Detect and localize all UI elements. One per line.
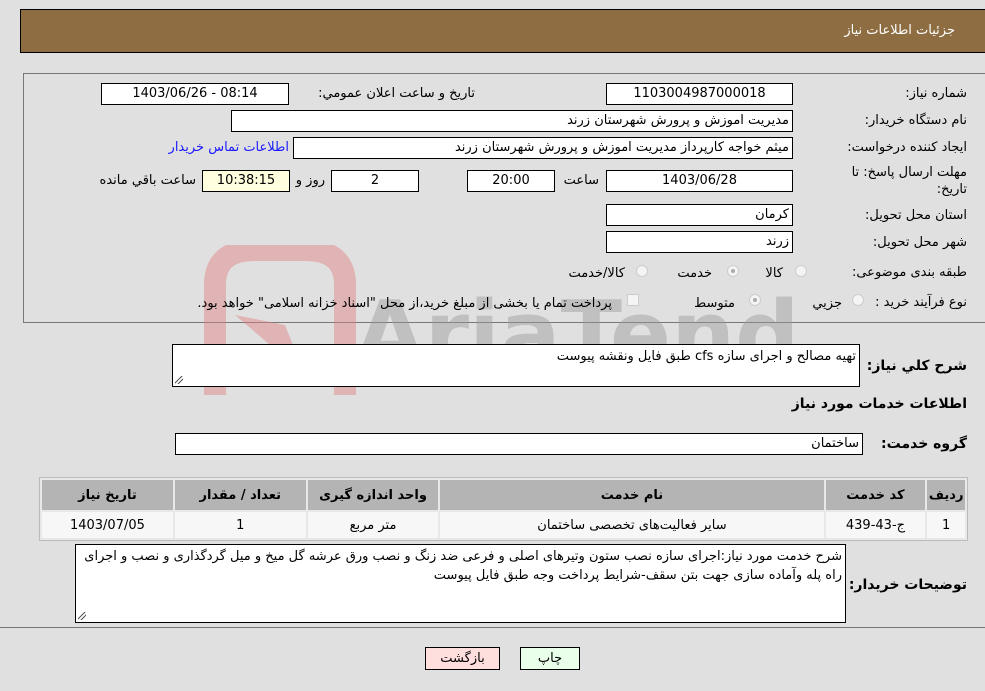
process-medium-label: متوسط <box>694 296 735 311</box>
category-goods-service-radio[interactable] <box>636 265 648 277</box>
requester-label: ايجاد کننده درخواست: <box>847 140 967 155</box>
deadline-label-line2: تاريخ: <box>936 182 967 197</box>
cell-service-name: ساير فعاليت‌های تخصصی ساختمان <box>440 512 824 538</box>
need-number-label: شماره نياز: <box>905 86 967 101</box>
services-table: رديف کد خدمت نام خدمت واحد اندازه گيری ت… <box>39 477 968 541</box>
cell-unit: متر مربع <box>307 512 439 538</box>
buyer-notes-label: توضيحات خريدار: <box>848 577 967 593</box>
buyer-contact-link[interactable]: اطلاعات تماس خريدار <box>169 140 289 155</box>
summary-label: شرح کلي نياز: <box>866 358 967 374</box>
print-button[interactable]: چاپ <box>520 647 580 670</box>
buyer-notes-text: شرح خدمت مورد نياز:اجرای سازه نصب ستون و… <box>84 549 842 583</box>
process-minor-radio[interactable] <box>852 294 864 306</box>
announce-datetime-label: تاريخ و ساعت اعلان عمومي: <box>318 86 475 101</box>
purchase-process-label: نوع فرآيند خريد : <box>875 295 967 310</box>
category-label: طبقه بندی موضوعی: <box>851 265 967 280</box>
col-service-code: کد خدمت <box>825 480 926 510</box>
cell-quantity: 1 <box>174 512 306 538</box>
province-field: کرمان <box>606 204 793 226</box>
resize-grip-icon[interactable] <box>175 376 183 384</box>
deadline-label: مهلت ارسال پاسخ: تا تاريخ: <box>852 164 967 198</box>
col-service-name: نام خدمت <box>440 480 824 510</box>
cell-row-number: 1 <box>927 512 965 538</box>
treasury-payment-checkbox[interactable] <box>627 294 639 306</box>
cell-need-date: 1403/07/05 <box>42 512 173 538</box>
col-quantity: تعداد / مقدار <box>174 480 306 510</box>
buyer-notes-textarea[interactable]: شرح خدمت مورد نياز:اجرای سازه نصب ستون و… <box>75 544 846 623</box>
province-label: استان محل تحويل: <box>865 208 967 223</box>
page-title: جزئیات اطلاعات نیاز <box>844 23 955 38</box>
buyer-org-label: نام دستگاه خريدار: <box>864 113 967 128</box>
summary-textarea[interactable]: تهيه مصالح و اجرای سازه cfs طبق فايل ونق… <box>172 344 860 387</box>
deadline-time-label: ساعت <box>563 173 599 188</box>
deadline-time-field: 20:00 <box>467 170 555 192</box>
city-field: زرند <box>606 231 793 253</box>
service-group-field: ساختمان <box>175 433 863 455</box>
cell-service-code: ج-43-439 <box>825 512 926 538</box>
resize-grip-icon[interactable] <box>78 612 86 620</box>
category-goods-radio[interactable] <box>795 265 807 277</box>
summary-text: تهيه مصالح و اجرای سازه cfs طبق فايل ونق… <box>556 349 856 364</box>
treasury-payment-note: پرداخت تمام يا بخشی از مبلغ خريد،از محل … <box>197 296 612 311</box>
need-number-field: 1103004987000018 <box>606 83 793 105</box>
category-goods-service-label: کالا/خدمت <box>568 266 625 281</box>
requester-field: ميثم خواجه کارپرداز مديريت اموزش و پرورش… <box>293 137 793 159</box>
buyer-org-field: مديريت اموزش و پرورش شهرستان زرند <box>231 110 793 132</box>
days-remaining-field: 2 <box>331 170 419 192</box>
col-row-number: رديف <box>927 480 965 510</box>
table-header-row: رديف کد خدمت نام خدمت واحد اندازه گيری ت… <box>42 480 965 510</box>
time-remaining-field: 10:38:15 <box>202 170 290 192</box>
services-section-title: اطلاعات خدمات مورد نياز <box>791 396 967 412</box>
col-need-date: تاريخ نياز <box>42 480 173 510</box>
time-remaining-label: ساعت باقي مانده <box>99 173 196 188</box>
col-unit: واحد اندازه گيری <box>307 480 439 510</box>
days-label: روز و <box>295 173 325 188</box>
table-row: 1 ج-43-439 ساير فعاليت‌های تخصصی ساختمان… <box>42 512 965 538</box>
announce-datetime-field: 1403/06/26 - 08:14 <box>101 83 289 105</box>
city-label: شهر محل تحويل: <box>872 235 967 250</box>
footer-divider <box>0 627 985 628</box>
back-button[interactable]: بازگشت <box>425 647 500 670</box>
deadline-label-line1: مهلت ارسال پاسخ: تا <box>851 165 967 180</box>
page-header: جزئیات اطلاعات نیاز <box>20 9 985 53</box>
category-service-label: خدمت <box>677 266 712 281</box>
service-group-label: گروه خدمت: <box>881 436 967 452</box>
process-medium-radio[interactable] <box>749 294 761 306</box>
category-service-radio[interactable] <box>727 265 739 277</box>
deadline-date-field: 1403/06/28 <box>606 170 793 192</box>
process-minor-label: جزيي <box>812 296 842 311</box>
category-goods-label: کالا <box>765 266 783 281</box>
